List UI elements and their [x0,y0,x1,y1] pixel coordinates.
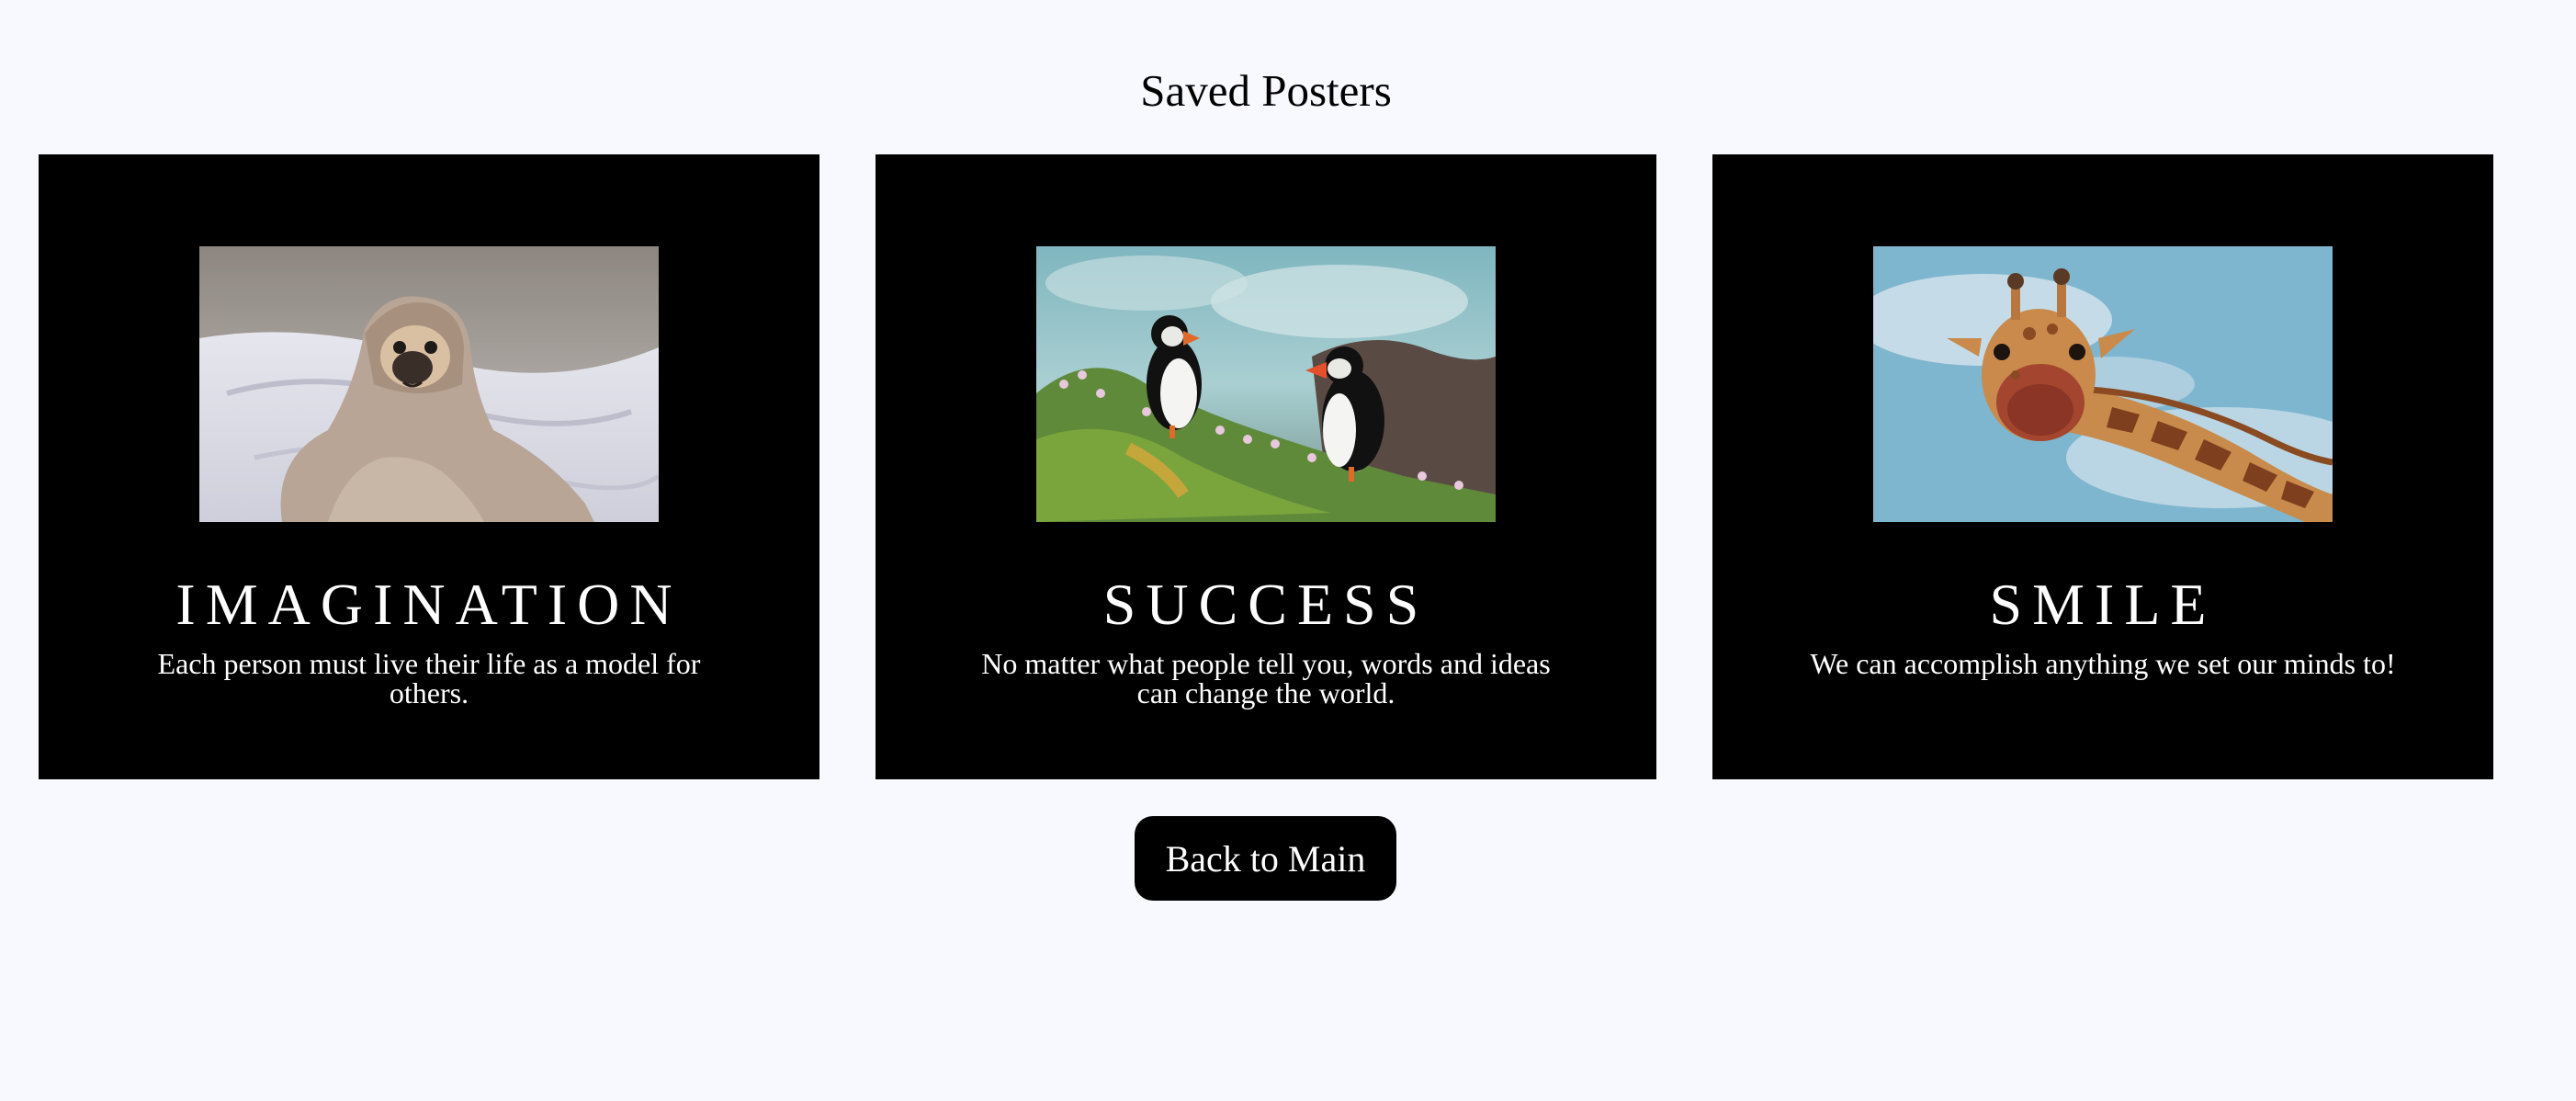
poster-image-giraffe [1873,246,2333,522]
poster-title: SMILE [1989,572,2217,637]
poster-image-pug [199,246,659,522]
poster-title: SUCCESS [1102,572,1429,637]
page-title: Saved Posters [1140,65,1392,116]
poster-quote: Each person must live their life as a mo… [157,647,701,709]
poster-image-puffins [1036,246,1496,522]
poster-card: SMILE We can accomplish anything we set … [1712,154,2493,779]
back-to-main-button[interactable]: Back to Main [1135,816,1396,901]
poster-card: SUCCESS No matter what people tell you, … [876,154,1656,779]
poster-card: IMAGINATION Each person must live their … [39,154,819,779]
poster-title: IMAGINATION [175,572,683,637]
poster-quote: No matter what people tell you, words an… [981,647,1551,709]
poster-quote: We can accomplish anything we set our mi… [1810,647,2396,680]
